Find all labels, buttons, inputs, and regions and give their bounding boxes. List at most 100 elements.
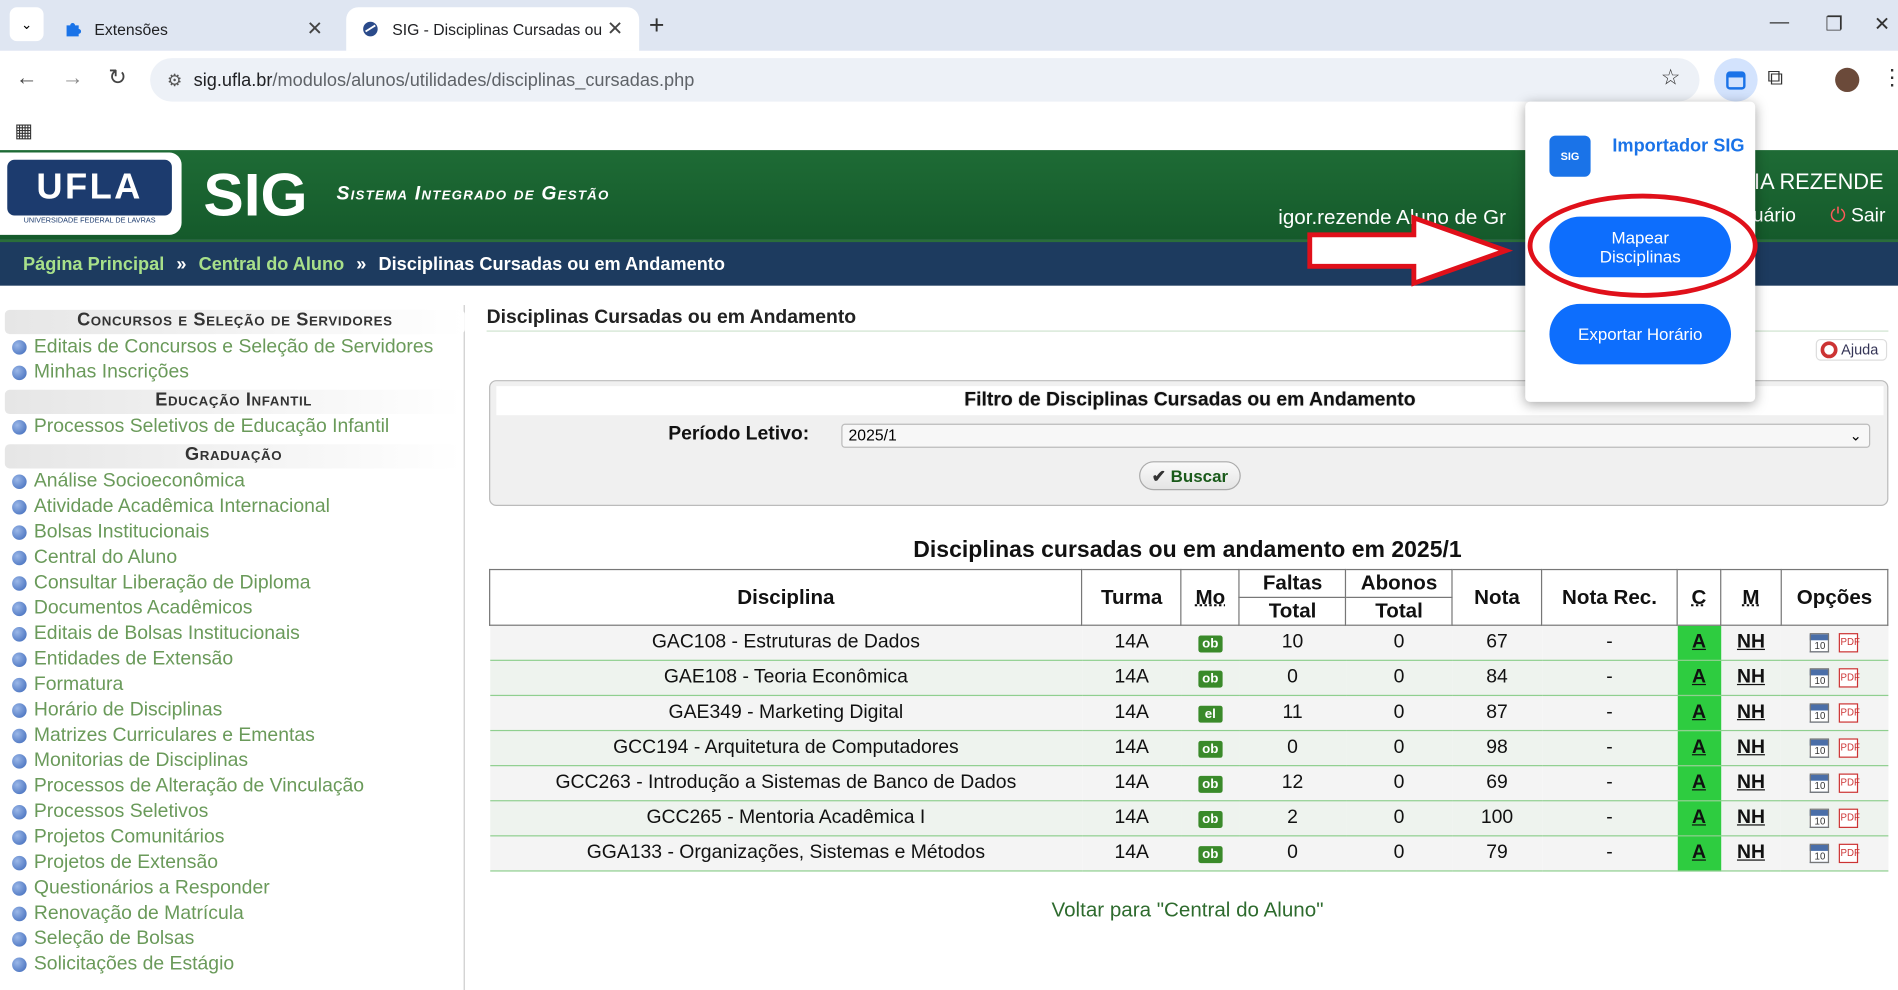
sidebar-item[interactable]: Horário de Disciplinas (0, 697, 464, 722)
calendar-icon[interactable]: 10 (1810, 843, 1830, 863)
pdf-icon[interactable]: PDF (1839, 667, 1860, 688)
close-icon[interactable]: ✕ (605, 17, 624, 41)
apps-grid-icon[interactable]: ▦ (15, 119, 33, 143)
pdf-icon[interactable]: PDF (1839, 738, 1860, 758)
sidebar-item[interactable]: Solicitações de Estágio (0, 951, 464, 976)
pdf-icon[interactable]: PDF (1839, 773, 1860, 793)
cell-status-m[interactable]: NH (1720, 730, 1782, 767)
sidebar-item[interactable]: Análise Socioeconômica (0, 468, 464, 493)
extensions-puzzle-icon[interactable]: ⧉ (1767, 65, 1783, 90)
sidebar-item[interactable]: Processos Seletivos de Educação Infantil (0, 414, 464, 439)
calendar-icon[interactable]: 10 (1810, 808, 1830, 828)
calendar-icon[interactable]: 10 (1810, 773, 1830, 793)
sidebar-item[interactable]: Editais de Bolsas Institucionais (0, 621, 464, 646)
cell-status-c[interactable]: A (1677, 835, 1721, 872)
cell-status-m[interactable]: NH (1720, 625, 1782, 661)
bookmark-star-icon[interactable]: ☆ (1661, 65, 1681, 90)
new-tab-button[interactable]: + (649, 10, 665, 41)
pdf-icon[interactable]: PDF (1839, 632, 1860, 653)
calendar-icon[interactable]: 10 (1810, 667, 1830, 688)
more-menu-icon[interactable]: ⋮ (1881, 65, 1898, 90)
tab-title: SIG - Disciplinas Cursadas ou em Andamen… (392, 19, 605, 39)
logout-link[interactable]: ⏻ Sair (1830, 206, 1885, 228)
bullet-icon (12, 601, 27, 616)
reload-icon[interactable]: ↻ (103, 65, 132, 90)
profile-avatar[interactable] (1835, 67, 1860, 92)
help-button[interactable]: Ajuda (1815, 338, 1887, 361)
forward-arrow-icon[interactable]: → (58, 65, 87, 90)
cell-abonos: 0 (1345, 765, 1453, 802)
cell-status-c[interactable]: A (1677, 730, 1721, 767)
cell-status-m[interactable]: NH (1720, 765, 1782, 802)
cell-status-c[interactable]: A (1677, 800, 1721, 837)
period-value: 2025/1 (848, 426, 897, 445)
cell-status-m[interactable]: NH (1720, 835, 1782, 872)
cell-status-c[interactable]: A (1677, 765, 1721, 802)
pdf-icon[interactable]: PDF (1839, 703, 1860, 723)
calendar-icon[interactable]: 10 (1810, 738, 1830, 758)
modality-badge[interactable]: ob (1198, 635, 1223, 653)
ufla-logo[interactable]: UFLA UNIVERSIDADE FEDERAL DE LAVRAS (0, 152, 182, 235)
modality-badge[interactable]: ob (1198, 740, 1223, 758)
pdf-icon[interactable]: PDF (1839, 843, 1860, 863)
exportar-horario-button[interactable]: Exportar Horário (1549, 303, 1732, 365)
cell-status-m[interactable]: NH (1720, 800, 1782, 837)
sidebar-item[interactable]: Seleção de Bolsas (0, 926, 464, 951)
sidebar-item[interactable]: Documentos Acadêmicos (0, 596, 464, 621)
sidebar-item[interactable]: Processos de Alteração de Vinculação (0, 774, 464, 799)
sidebar-item[interactable]: Central do Aluno (0, 545, 464, 570)
site-info-icon[interactable]: ⚙ (167, 70, 194, 91)
sidebar-item[interactable]: Bolsas Institucionais (0, 519, 464, 544)
pdf-icon[interactable]: PDF (1839, 808, 1860, 828)
sidebar-item[interactable]: Questionários a Responder (0, 875, 464, 900)
col-c[interactable]: C (1676, 568, 1722, 626)
sidebar-item[interactable]: Projetos Comunitários (0, 824, 464, 849)
cell-status-c[interactable]: A (1677, 625, 1721, 661)
sidebar-item[interactable]: Matrizes Curriculares e Ementas (0, 723, 464, 748)
col-mo[interactable]: Mo (1180, 568, 1240, 626)
calendar-icon[interactable]: 10 (1810, 703, 1830, 723)
sidebar-item[interactable]: Entidades de Extensão (0, 646, 464, 671)
cell-opcoes: 10 PDF (1781, 835, 1888, 872)
col-m[interactable]: M (1720, 568, 1782, 626)
sidebar-item[interactable]: Atividade Acadêmica Internacional (0, 494, 464, 519)
sidebar-item-label: Processos de Alteração de Vinculação (33, 775, 365, 797)
modality-badge[interactable]: ob (1198, 670, 1223, 688)
minimize-icon[interactable]: — (1770, 12, 1789, 34)
col-turma: Turma (1081, 568, 1182, 626)
close-icon[interactable]: ✕ (305, 17, 324, 41)
window-close-icon[interactable]: ✕ (1874, 12, 1890, 36)
cell-mo: ob (1181, 835, 1240, 872)
cell-status-m[interactable]: NH (1720, 695, 1782, 732)
modality-badge[interactable]: ob (1198, 811, 1223, 828)
breadcrumb-central-aluno[interactable]: Central do Aluno (199, 254, 345, 275)
sig-extension-button[interactable] (1714, 58, 1758, 102)
sidebar-item[interactable]: Minhas Inscrições (0, 360, 464, 385)
sidebar-item[interactable]: Consultar Liberação de Diploma (0, 570, 464, 595)
cell-disciplina: GGA133 - Organizações, Sistemas e Método… (489, 835, 1083, 872)
sidebar-item[interactable]: Projetos de Extensão (0, 850, 464, 875)
cell-status-c[interactable]: A (1677, 660, 1721, 697)
tab-search-button[interactable]: ⌄ (9, 7, 44, 42)
calendar-icon[interactable]: 10 (1810, 632, 1830, 653)
sidebar-item[interactable]: Monitorias de Disciplinas (0, 748, 464, 773)
back-to-central-link[interactable]: Voltar para "Central do Aluno" (487, 898, 1889, 922)
sidebar-item[interactable]: Formatura (0, 672, 464, 697)
cell-status-c[interactable]: A (1677, 695, 1721, 732)
restore-icon[interactable]: ❐ (1825, 12, 1842, 36)
back-arrow-icon[interactable]: ← (12, 65, 41, 90)
period-select[interactable]: 2025/1 ⌄ (841, 423, 1871, 448)
address-bar[interactable]: ⚙ sig.ufla.br/modulos/alunos/utilidades/… (150, 58, 1700, 102)
modality-badge[interactable]: el (1198, 705, 1223, 723)
search-button[interactable]: ✔ Buscar (1139, 461, 1241, 491)
modality-badge[interactable]: ob (1198, 775, 1223, 793)
browser-tab-sig[interactable]: SIG - Disciplinas Cursadas ou em Andamen… (346, 7, 640, 51)
sidebar-item[interactable]: Editais de Concursos e Seleção de Servid… (0, 334, 464, 359)
sidebar-item[interactable]: Renovação de Matrícula (0, 901, 464, 926)
logo-mark: UFLA (7, 159, 172, 216)
breadcrumb-home[interactable]: Página Principal (23, 254, 164, 275)
modality-badge[interactable]: ob (1198, 846, 1223, 864)
sidebar-item[interactable]: Processos Seletivos (0, 799, 464, 824)
browser-tab-extensions[interactable]: Extensões ✕ (48, 7, 339, 51)
cell-status-m[interactable]: NH (1720, 660, 1782, 697)
